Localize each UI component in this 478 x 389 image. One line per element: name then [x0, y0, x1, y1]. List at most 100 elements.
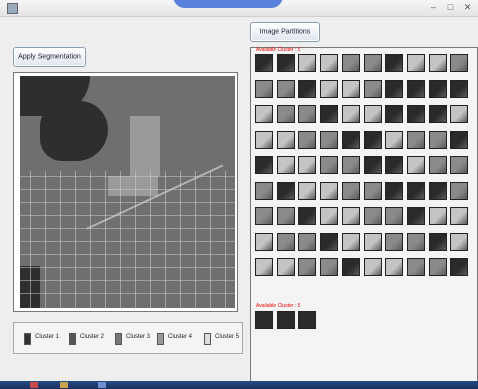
partition-tile — [428, 54, 447, 72]
partition-tile — [298, 258, 317, 276]
partition-tile — [276, 311, 295, 329]
legend-label: Cluster 3 — [126, 334, 151, 340]
apply-segmentation-label: Apply Segmentation — [18, 53, 81, 61]
legend-swatch — [69, 333, 76, 345]
partition-tile — [255, 311, 273, 329]
street-line — [210, 171, 211, 308]
partition-tile — [428, 207, 447, 225]
partition-tile — [385, 79, 404, 98]
partition-tile — [428, 258, 447, 276]
legend-swatch — [204, 333, 211, 345]
partition-tile — [450, 232, 469, 251]
street-line — [120, 171, 121, 308]
partition-tile — [255, 232, 273, 251]
partition-tile — [363, 207, 382, 225]
street-line — [30, 171, 31, 308]
partition-tile — [320, 54, 339, 72]
taskbar-app-icon[interactable] — [98, 382, 106, 388]
street-line — [20, 293, 235, 294]
partition-tile — [428, 181, 447, 200]
legend-label: Cluster 2 — [80, 334, 105, 340]
park-area — [130, 116, 160, 176]
partition-tile — [363, 79, 382, 98]
partition-tile — [385, 130, 404, 149]
street-line — [105, 171, 106, 308]
apply-segmentation-button[interactable]: Apply Segmentation — [13, 47, 86, 67]
street-line — [60, 171, 61, 308]
title-bar: – □ ✕ — [0, 0, 478, 17]
partition-tile — [276, 181, 295, 200]
partition-tile — [450, 54, 469, 72]
minimize-icon[interactable]: – — [427, 2, 440, 12]
street-line — [20, 189, 235, 190]
partition-tile — [320, 232, 339, 251]
partition-tile — [341, 181, 360, 200]
partition-tile — [450, 156, 469, 174]
partition-tile — [406, 156, 425, 174]
partition-tile — [428, 105, 447, 123]
partition-tile — [450, 181, 469, 200]
partition-tile — [385, 232, 404, 251]
partition-tile — [450, 105, 469, 123]
taskbar-app-icon[interactable] — [30, 382, 38, 388]
legend-swatch — [24, 333, 31, 345]
partition-tile — [363, 181, 382, 200]
partition-tile — [298, 156, 317, 174]
brand-logo — [173, 0, 283, 8]
partition-tile — [276, 130, 295, 149]
partition-tile — [363, 105, 382, 123]
legend-swatch — [157, 333, 164, 345]
partition-tile — [276, 207, 295, 225]
partition-tile — [276, 156, 295, 174]
street-line — [90, 171, 91, 308]
partition-tile — [363, 258, 382, 276]
partition-tile — [320, 181, 339, 200]
partition-tile — [255, 258, 273, 276]
partition-tile — [255, 130, 273, 149]
image-partitions-button[interactable]: Image Partitions — [250, 22, 320, 42]
close-icon[interactable]: ✕ — [461, 2, 474, 12]
partition-tile — [341, 130, 360, 149]
street-line — [20, 228, 235, 229]
street-line — [75, 171, 76, 308]
partition-tile — [385, 54, 404, 72]
taskbar-app-icon[interactable] — [60, 382, 68, 388]
street-line — [150, 171, 151, 308]
maximize-icon[interactable]: □ — [444, 2, 457, 12]
cluster-legend: Cluster 1 Cluster 2 Cluster 3 Cluster 4 … — [13, 322, 243, 354]
partition-tile — [406, 79, 425, 98]
partition-tile — [276, 54, 295, 72]
water-area — [40, 101, 108, 161]
partition-tile — [450, 79, 469, 98]
taskbar — [0, 381, 478, 389]
partition-tile — [406, 105, 425, 123]
street-line — [20, 176, 235, 177]
legend-label: Cluster 5 — [215, 334, 240, 340]
street-line — [20, 215, 235, 216]
partition-tile — [276, 79, 295, 98]
app-icon — [7, 3, 18, 14]
street-line — [20, 202, 235, 203]
partition-tile — [406, 258, 425, 276]
partition-tile — [341, 79, 360, 98]
partition-tile — [428, 232, 447, 251]
partition-tile — [341, 207, 360, 225]
cluster-caption: Available Cluster : 5 — [256, 47, 301, 53]
partition-tile — [406, 130, 425, 149]
partition-tile — [341, 156, 360, 174]
partition-tile — [298, 105, 317, 123]
partition-tile — [428, 130, 447, 149]
aerial-image — [20, 76, 235, 308]
partition-tile — [255, 181, 273, 200]
street-line — [45, 171, 46, 308]
partition-tile — [385, 156, 404, 174]
street-line — [20, 267, 235, 268]
street-line — [180, 171, 181, 308]
street-line — [20, 254, 235, 255]
partition-tile — [276, 258, 295, 276]
street-line — [195, 171, 196, 308]
partition-tile — [276, 105, 295, 123]
partition-tile — [255, 105, 273, 123]
partition-tile — [385, 258, 404, 276]
partition-tile — [385, 105, 404, 123]
